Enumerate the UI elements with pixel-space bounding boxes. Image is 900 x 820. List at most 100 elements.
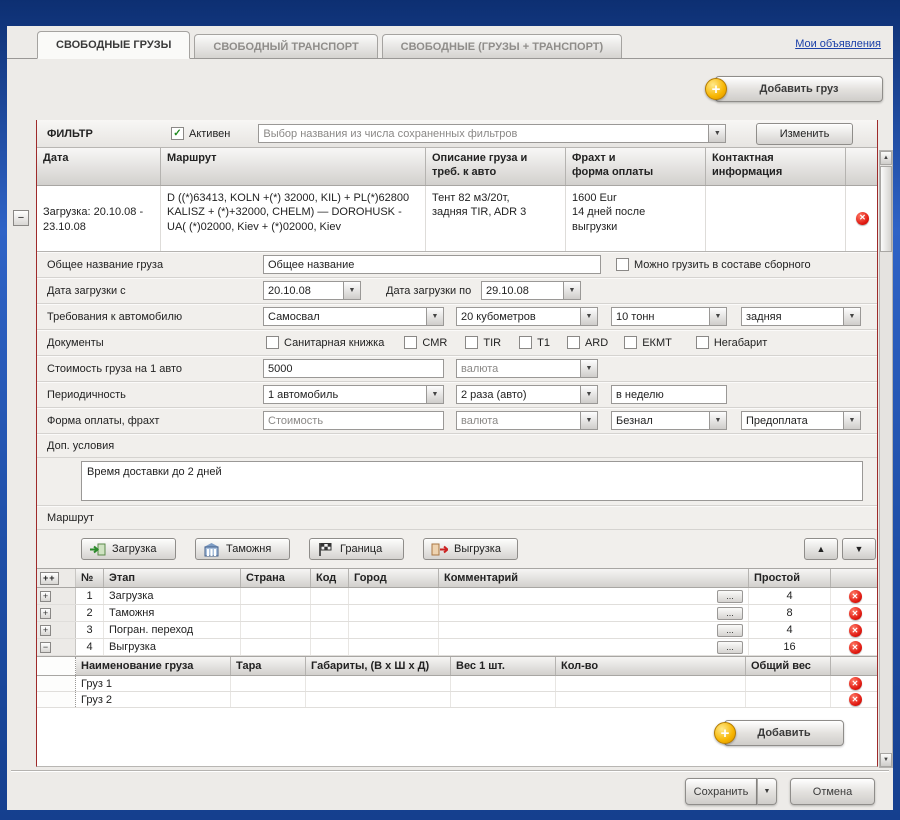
cargo-col-name[interactable]: Наименование груза xyxy=(76,657,231,675)
delete-icon[interactable]: ✕ xyxy=(849,693,862,706)
column-header-route[interactable]: Маршрут xyxy=(161,148,426,185)
cargo-col-qty[interactable]: Кол-во xyxy=(556,657,746,675)
tab-free-both[interactable]: СВОБОДНЫЕ (ГРУЗЫ + ТРАНСПОРТ) xyxy=(382,34,623,58)
delete-icon[interactable]: ✕ xyxy=(849,677,862,690)
vertical-scrollbar[interactable]: ▲ ▼ xyxy=(879,150,893,768)
scroll-down-button[interactable]: ▼ xyxy=(880,753,892,767)
move-up-button[interactable]: ▲ xyxy=(804,538,838,560)
route-row[interactable]: + 3 Погран. переход ... 4 ✕ xyxy=(37,622,877,639)
date-to-value: 29.10.08 xyxy=(482,282,563,299)
delete-icon[interactable]: ✕ xyxy=(856,212,869,225)
vehicle-type-dropdown[interactable]: Самосвал ▼ xyxy=(263,307,444,326)
collapse-row-button[interactable]: − xyxy=(13,210,29,226)
cargo-col-dims[interactable]: Габариты, (В х Ш х Д) xyxy=(306,657,451,675)
cell-unit-weight xyxy=(451,676,556,691)
doc-sanitary-checkbox[interactable] xyxy=(266,336,279,349)
route-row[interactable]: − 4 Выгрузка ... 16 ✕ xyxy=(37,639,877,656)
delete-icon[interactable]: ✕ xyxy=(849,641,862,654)
cargo-list-row[interactable]: Загрузка: 20.10.08 - 23.10.08 20.10.08 D… xyxy=(37,186,877,252)
doc-ard-checkbox[interactable] xyxy=(567,336,580,349)
expand-row-button[interactable]: + xyxy=(40,608,51,619)
cargo-name-input[interactable] xyxy=(263,255,601,274)
tab-free-transport[interactable]: СВОБОДНЫЙ ТРАНСПОРТ xyxy=(194,34,377,58)
cost-input[interactable] xyxy=(263,359,444,378)
payment-method-dropdown[interactable]: Безнал ▼ xyxy=(611,411,727,430)
conditions-textarea[interactable]: Время доставки до 2 дней xyxy=(81,461,863,501)
periodicity-vehicles-dropdown[interactable]: 1 автомобиль ▼ xyxy=(263,385,444,404)
delete-icon[interactable]: ✕ xyxy=(849,590,862,603)
add-customs-stage-button[interactable]: Таможня xyxy=(195,538,290,560)
chevron-down-icon: ▼ xyxy=(580,308,597,325)
save-button[interactable]: Сохранить xyxy=(685,778,757,805)
cargo-row[interactable]: Груз 1 ✕ xyxy=(37,676,877,692)
route-col-comment[interactable]: Комментарий xyxy=(439,569,749,587)
delete-icon[interactable]: ✕ xyxy=(849,607,862,620)
cargo-col-tare[interactable]: Тара xyxy=(231,657,306,675)
expand-row-button[interactable]: + xyxy=(40,625,51,636)
edit-filter-button[interactable]: Изменить xyxy=(756,123,853,145)
vehicle-volume-dropdown[interactable]: 20 кубометров ▼ xyxy=(456,307,598,326)
delete-icon[interactable]: ✕ xyxy=(849,624,862,637)
scroll-up-button[interactable]: ▲ xyxy=(880,151,892,165)
load-dates: Загрузка: 20.10.08 - 23.10.08 xyxy=(43,205,154,234)
add-loading-stage-button[interactable]: Загрузка xyxy=(81,538,176,560)
doc-cmr-checkbox[interactable] xyxy=(404,336,417,349)
save-options-button[interactable]: ▼ xyxy=(757,778,777,805)
payment-prepay-dropdown[interactable]: Предоплата ▼ xyxy=(741,411,861,430)
move-down-button[interactable]: ▼ xyxy=(842,538,876,560)
route-col-idle[interactable]: Простой xyxy=(749,569,831,587)
doc-oversize-checkbox[interactable] xyxy=(696,336,709,349)
route-col-city[interactable]: Город xyxy=(349,569,439,587)
cargo-col-unit-weight[interactable]: Вес 1 шт. xyxy=(451,657,556,675)
column-header-freight[interactable]: Фрахт и форма оплаты xyxy=(566,148,706,185)
expand-all-button[interactable]: ++ xyxy=(40,572,59,585)
column-header-description[interactable]: Описание груза и треб. к авто xyxy=(426,148,566,185)
comment-browse-button[interactable]: ... xyxy=(717,607,743,620)
tab-free-cargo[interactable]: СВОБОДНЫЕ ГРУЗЫ xyxy=(37,31,190,59)
cargo-col-total-weight[interactable]: Общий вес xyxy=(746,657,831,675)
payment-cost-input[interactable] xyxy=(263,411,444,430)
add-cargo-button[interactable]: + Добавить груз xyxy=(715,76,883,102)
date-from-dropdown[interactable]: 20.10.08 ▼ xyxy=(263,281,361,300)
vehicle-weight-dropdown[interactable]: 10 тонн ▼ xyxy=(611,307,727,326)
route-row[interactable]: + 1 Загрузка ... 4 ✕ xyxy=(37,588,877,605)
payment-currency-dropdown[interactable]: валюта ▼ xyxy=(456,411,598,430)
collapse-row-button[interactable]: − xyxy=(40,642,51,653)
cost-currency-dropdown[interactable]: валюта ▼ xyxy=(456,359,598,378)
route-row[interactable]: + 2 Таможня ... 8 ✕ xyxy=(37,605,877,622)
scrollbar-thumb[interactable] xyxy=(880,166,892,252)
route-col-country[interactable]: Страна xyxy=(241,569,311,587)
add-border-stage-button[interactable]: Граница xyxy=(309,538,404,560)
expand-row-button[interactable]: + xyxy=(40,591,51,602)
comment-browse-button[interactable]: ... xyxy=(717,624,743,637)
cargo-table-header: Наименование груза Тара Габариты, (В х Ш… xyxy=(37,656,877,676)
composite-checkbox[interactable] xyxy=(616,258,629,271)
form-row-load-dates: Дата загрузки с 20.10.08 ▼ Дата загрузки… xyxy=(37,278,877,304)
cargo-row[interactable]: Груз 2 ✕ xyxy=(37,692,877,708)
comment-browse-button[interactable]: ... xyxy=(717,590,743,603)
my-ads-link[interactable]: Мои объявления xyxy=(795,38,881,50)
doc-t1-checkbox[interactable] xyxy=(519,336,532,349)
route-col-stage[interactable]: Этап xyxy=(104,569,241,587)
route-col-num[interactable]: № xyxy=(76,569,104,587)
form-row-payment: Форма оплаты, фрахт валюта ▼ Безнал ▼ Пр… xyxy=(37,408,877,434)
column-header-date[interactable]: Дата xyxy=(37,148,161,185)
add-unloading-stage-button[interactable]: Выгрузка xyxy=(423,538,518,560)
filter-preset-dropdown[interactable]: Выбор названия из числа сохраненных филь… xyxy=(258,124,726,143)
date-to-dropdown[interactable]: 29.10.08 ▼ xyxy=(481,281,581,300)
column-header-contact[interactable]: Контактная информация xyxy=(706,148,846,185)
cell-tare xyxy=(231,676,306,691)
vehicle-loading-dropdown[interactable]: задняя ▼ xyxy=(741,307,861,326)
cancel-button[interactable]: Отмена xyxy=(790,778,875,805)
periodicity-per-input[interactable] xyxy=(611,385,727,404)
add-cargo-item-button[interactable]: + Добавить xyxy=(724,720,844,746)
comment-browse-button[interactable]: ... xyxy=(717,641,743,654)
doc-ekmt-checkbox[interactable] xyxy=(624,336,637,349)
route-col-code[interactable]: Код xyxy=(311,569,349,587)
active-checkbox[interactable]: ✓ xyxy=(171,127,184,140)
doc-tir-checkbox[interactable] xyxy=(465,336,478,349)
route-label-text: Маршрут xyxy=(47,512,94,524)
tab-label: СВОБОДНЫЙ ТРАНСПОРТ xyxy=(213,41,358,53)
periodicity-times-dropdown[interactable]: 2 раза (авто) ▼ xyxy=(456,385,598,404)
cell-dims xyxy=(306,692,451,707)
